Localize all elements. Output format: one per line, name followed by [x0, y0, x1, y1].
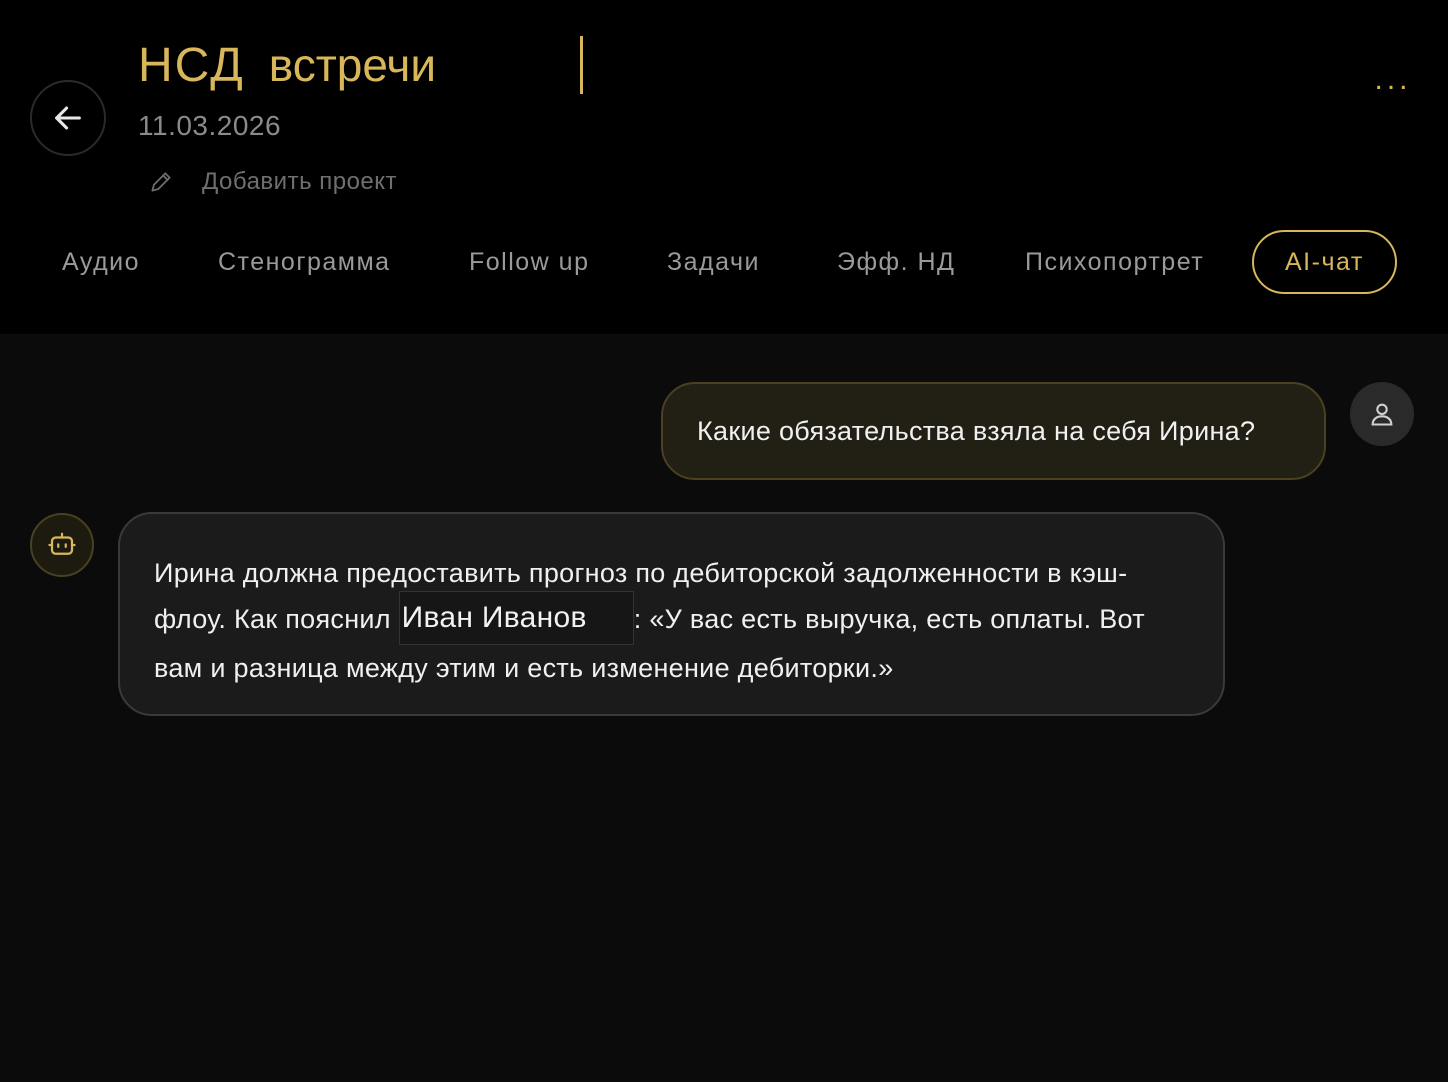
meeting-title[interactable]: НСД встречи — [138, 38, 436, 98]
meeting-title-word: встречи — [268, 39, 437, 91]
meeting-date: 11.03.2026 — [138, 110, 282, 141]
user-message-text: Какие обязательства взяла на себя Ирина? — [697, 415, 1256, 446]
add-project-label: Добавить проект — [202, 168, 398, 195]
user-avatar — [1350, 382, 1414, 446]
tab-efficiency[interactable]: Эфф. НД — [837, 230, 955, 294]
user-message-bubble: Какие обязательства взяла на себя Ирина? — [661, 382, 1326, 480]
pencil-icon — [151, 172, 171, 192]
back-button[interactable] — [30, 80, 106, 156]
meeting-title-org: НСД — [138, 39, 245, 92]
add-project-button[interactable]: Добавить проект — [148, 164, 397, 200]
arrow-left-icon — [55, 106, 81, 130]
text-cursor — [580, 36, 583, 94]
meeting-header: НСД встречи 11.03.2026 Добавить проект .… — [0, 0, 1448, 334]
bot-message-bubble: Ирина должна предоставить прогноз по деб… — [118, 512, 1225, 716]
user-icon — [1371, 403, 1393, 426]
tab-follow-up[interactable]: Follow up — [469, 230, 590, 294]
tab-audio[interactable]: Аудио — [62, 230, 140, 294]
more-options-button[interactable]: ... — [1368, 60, 1418, 100]
tab-transcript[interactable]: Стенограмма — [218, 230, 391, 294]
tab-ai-chat[interactable]: AI-чат — [1252, 230, 1397, 294]
speaker-mention[interactable]: Иван Иванов — [398, 590, 634, 645]
tab-bar: Аудио Стенограмма Follow up Задачи Эфф. … — [0, 230, 1448, 294]
robot-icon — [48, 532, 76, 555]
more-icon: ... — [1374, 63, 1412, 96]
tab-tasks[interactable]: Задачи — [667, 230, 760, 294]
tab-psychoportrait[interactable]: Психопортрет — [1025, 230, 1204, 294]
bot-avatar — [30, 513, 94, 577]
